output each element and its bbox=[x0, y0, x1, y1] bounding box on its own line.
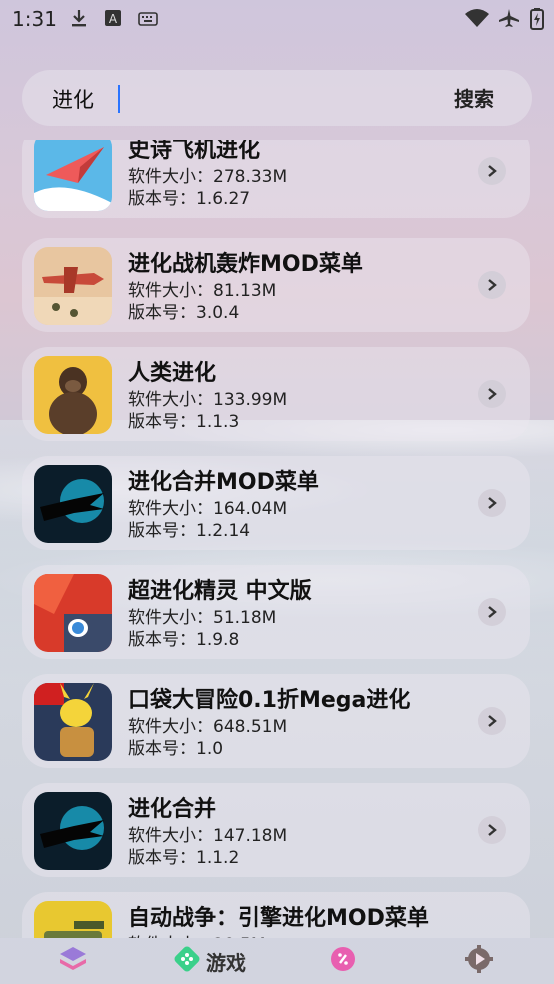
list-item[interactable]: 人类进化 软件大小：133.99M 版本号：1.1.3 bbox=[22, 347, 530, 441]
chevron-right-icon[interactable] bbox=[478, 271, 506, 299]
app-version: 版本号：1.9.8 bbox=[128, 630, 240, 650]
tab-games-label: 游戏 bbox=[206, 950, 246, 975]
app-size: 软件大小：20.5M bbox=[128, 930, 266, 938]
app-icon-ape bbox=[34, 356, 112, 434]
chevron-right-icon[interactable] bbox=[478, 489, 506, 517]
app-name: 史诗飞机进化 bbox=[128, 140, 261, 163]
app-name: 口袋大冒险0.1折Mega进化 bbox=[128, 688, 411, 713]
list-item[interactable]: 进化战机轰炸MOD菜单 软件大小：81.13M 版本号：3.0.4 bbox=[22, 238, 530, 332]
search-button[interactable]: 搜索 bbox=[454, 83, 494, 112]
app-icon-red-monster bbox=[34, 574, 112, 652]
app-name: 自动战争：引擎进化MOD菜单 bbox=[128, 906, 429, 931]
chevron-right-icon[interactable] bbox=[478, 380, 506, 408]
app-icon-crocodile bbox=[34, 465, 112, 543]
status-time: 1:31 bbox=[12, 7, 57, 31]
list-item[interactable]: 口袋大冒险0.1折Mega进化 软件大小：648.51M 版本号：1.0 bbox=[22, 674, 530, 768]
app-version: 版本号：1.0 bbox=[128, 739, 224, 759]
app-name: 进化合并MOD菜单 bbox=[128, 470, 319, 495]
tab-home[interactable] bbox=[58, 946, 88, 976]
tab-discover[interactable] bbox=[330, 946, 356, 976]
search-input[interactable] bbox=[50, 80, 394, 118]
bottom-tab-bar: 游戏 bbox=[0, 938, 554, 984]
app-name: 人类进化 bbox=[128, 361, 217, 386]
app-version: 版本号：1.6.27 bbox=[128, 189, 251, 209]
app-name: 进化战机轰炸MOD菜单 bbox=[128, 252, 363, 277]
list-item[interactable]: 进化合并MOD菜单 软件大小：164.04M 版本号：1.2.14 bbox=[22, 456, 530, 550]
airplane-icon bbox=[498, 8, 520, 33]
search-bar: 搜索 bbox=[22, 70, 532, 126]
chevron-right-icon[interactable] bbox=[478, 598, 506, 626]
app-name: 进化合并 bbox=[128, 797, 217, 822]
app-icon-bomber-plane bbox=[34, 247, 112, 325]
list-item[interactable]: 超进化精灵 中文版 软件大小：51.18M 版本号：1.9.8 bbox=[22, 565, 530, 659]
games-icon bbox=[174, 946, 200, 976]
keyboard-icon bbox=[138, 8, 158, 32]
app-icon-pikachu bbox=[34, 683, 112, 761]
download-icon bbox=[70, 8, 88, 33]
text-caret bbox=[118, 85, 120, 113]
list-item[interactable]: 自动战争：引擎进化MOD菜单 软件大小：20.5M bbox=[22, 892, 530, 938]
chevron-right-icon[interactable] bbox=[478, 816, 506, 844]
app-version: 版本号：3.0.4 bbox=[128, 303, 240, 323]
list-item[interactable]: 进化合并 软件大小：147.18M 版本号：1.1.2 bbox=[22, 783, 530, 877]
app-version: 版本号：1.1.2 bbox=[128, 848, 240, 868]
gear-play-icon bbox=[464, 944, 494, 978]
results-list[interactable]: 史诗飞机进化 软件大小：278.33M 版本号：1.6.27 进化战机轰炸MOD… bbox=[0, 140, 554, 938]
app-version: 版本号：1.2.14 bbox=[128, 521, 251, 541]
status-bar: 1:31 A bbox=[0, 0, 554, 36]
list-item[interactable]: 史诗飞机进化 软件大小：278.33M 版本号：1.6.27 bbox=[22, 140, 530, 218]
tab-settings[interactable] bbox=[464, 944, 494, 978]
keyboard-a-icon: A bbox=[104, 8, 122, 32]
layers-icon bbox=[58, 945, 88, 977]
chevron-right-icon[interactable] bbox=[478, 157, 506, 185]
tab-games[interactable]: 游戏 bbox=[174, 946, 246, 976]
chevron-right-icon[interactable] bbox=[478, 707, 506, 735]
battery-charging-icon bbox=[530, 8, 544, 35]
app-name: 超进化精灵 中文版 bbox=[128, 579, 312, 604]
app-version: 版本号：1.1.3 bbox=[128, 412, 240, 432]
app-icon-crocodile bbox=[34, 792, 112, 870]
app-icon-tank bbox=[34, 901, 112, 938]
app-icon-paper-plane bbox=[34, 140, 112, 211]
wifi-icon bbox=[464, 8, 490, 33]
svg-text:A: A bbox=[109, 12, 118, 26]
pink-circle-icon bbox=[330, 946, 356, 976]
